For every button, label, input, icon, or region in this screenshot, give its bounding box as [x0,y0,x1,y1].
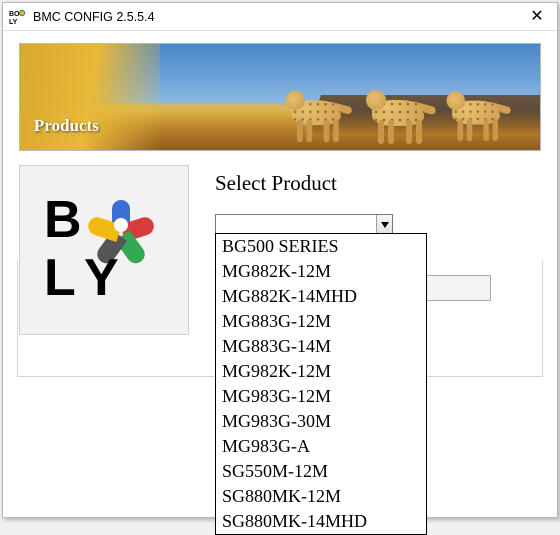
product-option[interactable]: MG883G-12M [216,309,426,334]
svg-text:LY: LY [9,19,18,26]
banner-cheetah-icon [445,75,508,141]
logo-letter: Y [84,252,119,304]
product-option[interactable]: BG500 SERIES [216,234,426,259]
boly-logo-icon: B L Y [44,190,164,310]
window-title: BMC CONFIG 2.5.5.4 [33,10,517,24]
banner-title: Products [34,116,99,136]
svg-text:BO: BO [9,11,20,18]
product-option[interactable]: MG983G-12M [216,384,426,409]
titlebar: BOLY BMC CONFIG 2.5.5.4 ✕ [3,3,557,31]
product-option[interactable]: MG882K-12M [216,259,426,284]
product-dropdown-list[interactable]: BG500 SERIESMG882K-12MMG882K-14MHDMG883G… [215,233,427,535]
product-option[interactable]: SG880MK-12M [216,484,426,509]
product-option[interactable]: SG550M-12M [216,459,426,484]
banner-cheetah-icon [284,74,349,142]
content-area: Products B L Y Select Product [3,31,557,347]
banner-cheetah-icon [364,72,432,144]
product-option[interactable]: SG880MK-14MHD [216,509,426,534]
chevron-down-icon[interactable] [376,215,392,235]
product-option[interactable]: MG982K-12M [216,359,426,384]
logo-letter: L [44,252,76,304]
close-button[interactable]: ✕ [517,3,557,31]
shutter-icon [92,196,150,254]
right-pane: Select Product BG500 SERIESMG882K-12MMG8… [215,165,541,236]
product-option[interactable]: MG983G-A [216,434,426,459]
product-option[interactable]: MG983G-30M [216,409,426,434]
logo-frame: B L Y [19,165,189,335]
banner: Products [19,43,541,151]
product-option[interactable]: MG883G-14M [216,334,426,359]
product-option[interactable]: MG882K-14MHD [216,284,426,309]
select-product-label: Select Product [215,171,541,196]
logo-letter: B [44,194,82,246]
app-icon: BOLY [9,8,27,26]
app-window: BOLY BMC CONFIG 2.5.5.4 ✕ Products B [2,2,558,518]
mid-row: B L Y Select Product [19,165,541,335]
